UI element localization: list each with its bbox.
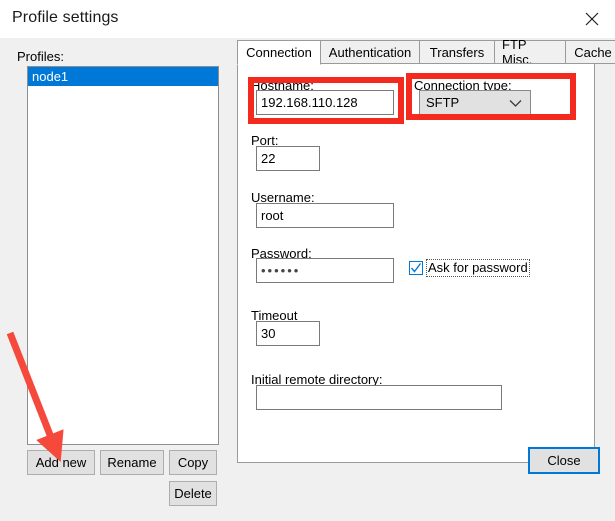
close-button[interactable]: Close	[528, 447, 600, 474]
close-icon	[585, 12, 599, 26]
title-bar: Profile settings	[0, 0, 615, 38]
timeout-input[interactable]	[256, 321, 320, 346]
profiles-listbox[interactable]: node1	[27, 66, 219, 445]
connection-type-value: SFTP	[426, 95, 460, 110]
tab-strip: Connection Authentication Transfers FTP …	[237, 37, 615, 67]
password-input[interactable]	[256, 258, 394, 283]
tab-cache[interactable]: Cache	[565, 40, 615, 64]
initial-remote-directory-input[interactable]	[256, 385, 502, 410]
rename-button[interactable]: Rename	[100, 450, 164, 475]
tab-connection[interactable]: Connection	[237, 40, 321, 65]
chevron-down-icon	[509, 95, 522, 110]
connection-type-select[interactable]: SFTP	[419, 90, 531, 115]
list-item[interactable]: node1	[28, 67, 218, 86]
page-title: Profile settings	[12, 9, 119, 26]
ask-for-password-label: Ask for password	[426, 259, 530, 277]
delete-button[interactable]: Delete	[169, 481, 217, 506]
username-input[interactable]	[256, 203, 394, 228]
window-close-button[interactable]	[569, 0, 615, 38]
tab-authentication[interactable]: Authentication	[320, 40, 420, 64]
profiles-label: Profiles:	[17, 49, 64, 64]
add-new-button[interactable]: Add new	[27, 450, 95, 475]
port-input[interactable]	[256, 146, 320, 171]
checkbox-box[interactable]	[409, 261, 423, 275]
copy-button[interactable]: Copy	[169, 450, 217, 475]
ask-for-password-checkbox[interactable]: Ask for password	[409, 258, 530, 278]
tab-ftp-misc[interactable]: FTP Misc.	[494, 37, 566, 67]
tab-transfers[interactable]: Transfers	[419, 40, 495, 64]
hostname-input[interactable]	[256, 90, 394, 115]
